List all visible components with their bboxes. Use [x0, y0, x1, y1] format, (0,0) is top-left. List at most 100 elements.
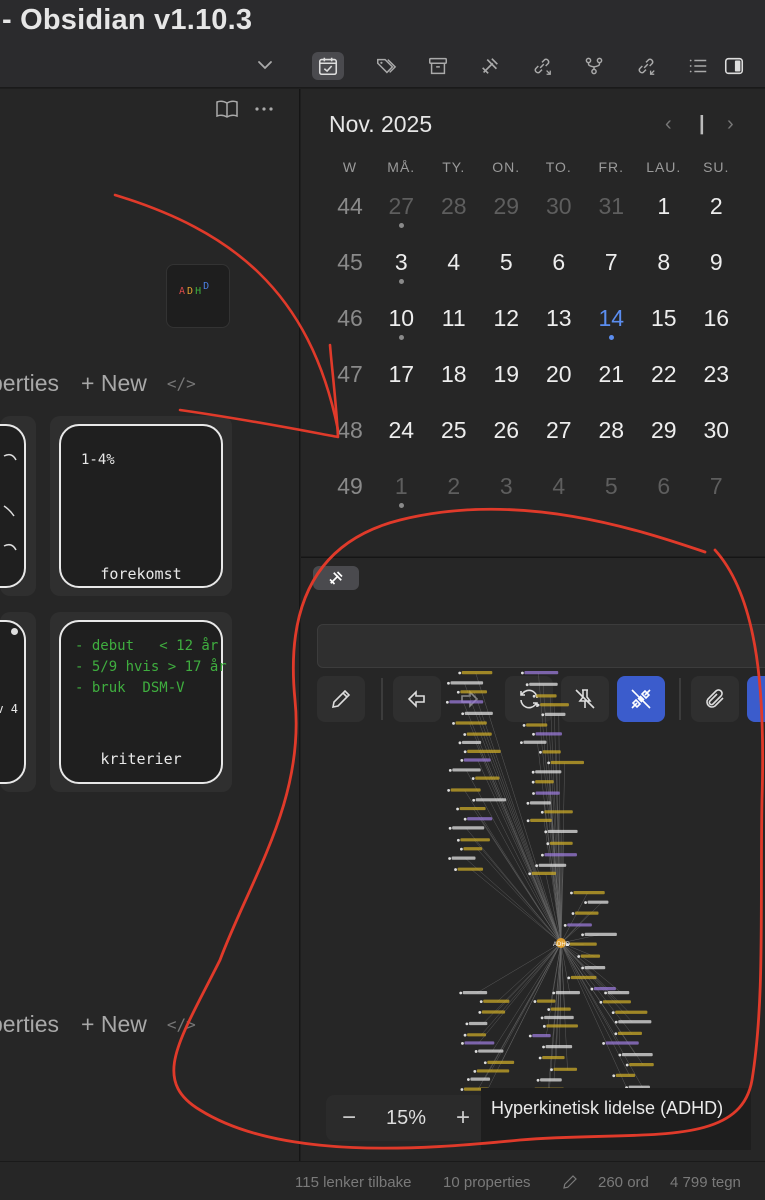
day-number: 5 [499, 249, 513, 275]
calendar-day[interactable]: 9 [690, 249, 743, 285]
graph-node-label [457, 867, 484, 871]
calendar-day[interactable]: 5 [480, 249, 533, 285]
excalidraw-card-kriterier[interactable]: - debut < 12 år - 5/9 hvis > 17 år - bruk … [50, 612, 232, 792]
backlinks-count[interactable]: 115 lenker tilbake [295, 1174, 411, 1191]
calendar-day[interactable]: 15 [638, 305, 691, 341]
excalidraw-card[interactable] [0, 416, 36, 596]
calendar-day[interactable]: 20 [533, 361, 586, 397]
week-number[interactable]: 49 [325, 473, 375, 509]
sidebar-toggle-button[interactable] [718, 52, 750, 80]
calendar-day[interactable]: 23 [690, 361, 743, 397]
calendar-day[interactable]: 22 [638, 361, 691, 397]
next-month-button[interactable]: › [727, 113, 734, 136]
note-indicator-dot [398, 279, 404, 284]
zoom-out-button[interactable]: − [338, 1104, 360, 1132]
criteria-list: - debut < 12 år - 5/9 hvis > 17 år - bruk … [75, 636, 227, 699]
calendar-day[interactable]: 4 [428, 249, 481, 285]
calendar-day[interactable]: 7 [690, 473, 743, 509]
calendar-day[interactable]: 13 [533, 305, 586, 341]
excalidraw-card[interactable]: v 4 [0, 612, 36, 792]
calendar-day[interactable]: 3 [375, 249, 428, 285]
properties-count[interactable]: 10 properties [443, 1174, 531, 1191]
new-property-button[interactable]: + New [81, 370, 147, 397]
chevron-down-icon[interactable] [256, 56, 274, 74]
local-graph-tab-button[interactable] [578, 52, 610, 80]
adhd-thumbnail[interactable]: ADHD [166, 264, 230, 328]
week-number[interactable]: 47 [325, 361, 375, 397]
calendar-day[interactable]: 30 [533, 193, 586, 229]
calendar-day[interactable]: 6 [638, 473, 691, 509]
outline-tab-button[interactable] [682, 52, 714, 80]
edit-button[interactable] [317, 676, 365, 722]
more-controls-button[interactable] [747, 676, 765, 722]
calendar-day[interactable]: 17 [375, 361, 428, 397]
outgoing-links-tab-button[interactable] [526, 52, 558, 80]
more-options-icon[interactable] [252, 97, 276, 121]
new-property-button[interactable]: + New [81, 1011, 147, 1038]
calendar-day[interactable]: 6 [533, 249, 586, 285]
calendar-day[interactable]: 2 [428, 473, 481, 509]
tags-tab-button[interactable] [370, 52, 402, 80]
link-out-icon [534, 58, 551, 75]
calendar-day[interactable]: 2 [690, 193, 743, 229]
attachment-button[interactable] [691, 676, 739, 722]
week-number[interactable]: 44 [325, 193, 375, 229]
source-mode-icon[interactable]: </> [167, 374, 196, 393]
calendar-day[interactable]: 26 [480, 417, 533, 453]
reading-view-icon[interactable] [215, 97, 239, 121]
today-button[interactable]: | [699, 113, 705, 136]
calendar-day[interactable]: 25 [428, 417, 481, 453]
day-number: 19 [493, 361, 520, 387]
calendar-day-today[interactable]: 14 [585, 305, 638, 341]
calendar-day[interactable]: 19 [480, 361, 533, 397]
day-number: 20 [545, 361, 572, 387]
week-number[interactable]: 48 [325, 417, 375, 453]
calendar-day[interactable]: 8 [638, 249, 691, 285]
archive-tab-button[interactable] [422, 52, 454, 80]
graph-node [599, 1000, 603, 1004]
calendar-day[interactable]: 10 [375, 305, 428, 341]
calendar-day[interactable]: 27 [533, 417, 586, 453]
zoom-in-button[interactable]: + [452, 1104, 474, 1132]
calendar-day[interactable]: 4 [533, 473, 586, 509]
calendar-day[interactable]: 3 [480, 473, 533, 509]
calendar-day[interactable]: 31 [585, 193, 638, 229]
graph-plugin-tab-button[interactable] [474, 52, 506, 80]
calendar-day[interactable]: 16 [690, 305, 743, 341]
calendar-tab-button[interactable] [312, 52, 344, 80]
properties-label[interactable]: perties [0, 1011, 59, 1038]
calendar-day[interactable]: 27 [375, 193, 428, 229]
week-number[interactable]: 46 [325, 305, 375, 341]
calendar-day[interactable]: 28 [428, 193, 481, 229]
calendar-day[interactable]: 1 [638, 193, 691, 229]
source-mode-icon[interactable]: </> [167, 1015, 196, 1034]
calendar-day[interactable]: 29 [638, 417, 691, 453]
calendar-day[interactable]: 21 [585, 361, 638, 397]
calendar-day[interactable]: 1 [375, 473, 428, 509]
prev-month-button[interactable]: ‹ [665, 113, 672, 136]
calendar-day[interactable]: 24 [375, 417, 428, 453]
calendar-day[interactable]: 29 [480, 193, 533, 229]
day-number: 24 [388, 417, 415, 443]
graph-node [520, 741, 523, 745]
calendar-day[interactable]: 11 [428, 305, 481, 341]
excalidraw-card-forekomst[interactable]: 1-4% forekomst [50, 416, 232, 596]
week-number[interactable]: 45 [325, 249, 375, 285]
graph-view-tab[interactable] [313, 566, 359, 590]
calendar-day[interactable]: 30 [690, 417, 743, 453]
backlinks-tab-button[interactable] [630, 52, 662, 80]
calendar-day[interactable]: 18 [428, 361, 481, 397]
day-number: 21 [598, 361, 625, 387]
day-number: 14 [598, 305, 625, 331]
graph-search-input[interactable] [317, 624, 765, 668]
graph-center-label: ADHD [553, 942, 571, 948]
calendar-day[interactable]: 5 [585, 473, 638, 509]
day-number: 27 [388, 193, 415, 219]
graph-node [463, 750, 467, 754]
calendar-day[interactable]: 12 [480, 305, 533, 341]
calendar-day[interactable]: 28 [585, 417, 638, 453]
graph-canvas[interactable]: ADHD [431, 663, 691, 1113]
properties-label[interactable]: perties [0, 370, 59, 397]
pencil-icon[interactable] [561, 1173, 579, 1191]
calendar-day[interactable]: 7 [585, 249, 638, 285]
